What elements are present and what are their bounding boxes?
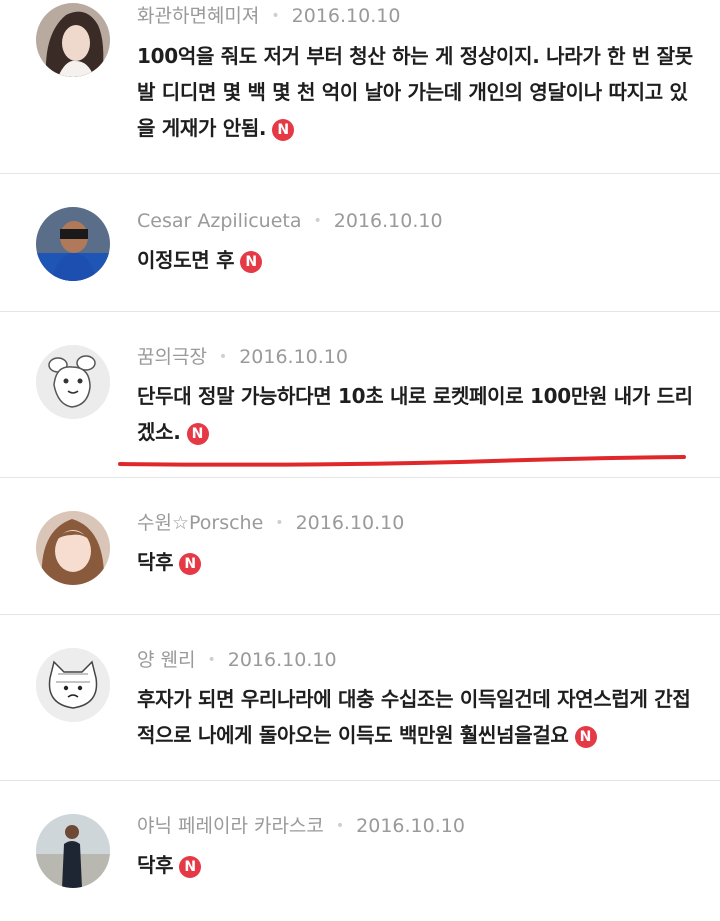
new-badge: N <box>186 423 209 445</box>
comment-item: 양 웬리 • 2016.10.10 후자가 되면 우리나라에 대충 수십조는 이득일… <box>0 615 720 781</box>
avatar[interactable] <box>36 648 110 722</box>
avatar[interactable] <box>36 511 110 585</box>
author-name[interactable]: 야닉 페레이라 카라스코 <box>137 815 324 837</box>
separator-dot: • <box>207 652 216 668</box>
comment-date: 2016.10.10 <box>295 512 405 534</box>
comment-item: 꿈의극장 • 2016.10.10 단두대 정말 가능하다면 10초 내로 로켓페이… <box>0 312 720 478</box>
new-badge: N <box>272 119 295 141</box>
comment-text: 이정도면 후N <box>137 242 697 278</box>
comment-item: 야닉 페레이라 카라스코 • 2016.10.10 닥후 N <box>0 781 720 921</box>
comment-text: 후자가 되면 우리나라에 대충 수십조는 이득일건데 자연스럽게 간접적으로 나… <box>137 687 691 748</box>
author-name[interactable]: 양 웬리 <box>137 649 195 671</box>
separator-dot: • <box>218 349 228 365</box>
comment-date: 2016.10.10 <box>356 815 465 837</box>
comment-text: 100억을 줘도 저거 부터 청산 하는 게 정상이지. 나라가 한 번 잘못 … <box>137 44 693 141</box>
comment-item: 수원☆Porsche • 2016.10.10 닥후 N <box>0 478 720 615</box>
comment-date: 2016.10.10 <box>291 5 401 27</box>
comment-text: 닥후 N <box>137 847 697 883</box>
comment-text: 닥후 N <box>137 544 697 580</box>
separator-dot: • <box>271 8 280 24</box>
separator-dot: • <box>335 818 345 834</box>
avatar[interactable] <box>36 345 110 419</box>
comment-date: 2016.10.10 <box>227 649 337 671</box>
new-badge: N <box>574 726 597 748</box>
avatar[interactable] <box>36 3 110 77</box>
new-badge: N <box>179 553 202 575</box>
separator-dot: • <box>275 515 284 531</box>
comment-item: 화관하면혜미져 • 2016.10.10 100억을 줘도 저거 부터 청산 하는 … <box>0 0 720 174</box>
avatar[interactable] <box>36 207 110 281</box>
new-badge: N <box>240 251 263 273</box>
author-name[interactable]: 수원☆Porsche <box>137 512 263 534</box>
comment-date: 2016.10.10 <box>333 210 443 232</box>
avatar[interactable] <box>36 814 110 888</box>
comment-date: 2016.10.10 <box>239 346 348 368</box>
author-name[interactable]: 꿈의극장 <box>137 346 207 368</box>
author-name[interactable]: 화관하면혜미져 <box>137 5 259 27</box>
comment-item: Cesar Azpilicueta • 2016.10.10 이정도면 후N <box>0 174 720 312</box>
author-name[interactable]: Cesar Azpilicueta <box>137 210 302 232</box>
new-badge: N <box>179 856 202 878</box>
comment-text: 단두대 정말 가능하다면 10초 내로 로켓페이로 100만원 내가 드리겠소.… <box>137 384 693 445</box>
separator-dot: • <box>313 213 322 229</box>
